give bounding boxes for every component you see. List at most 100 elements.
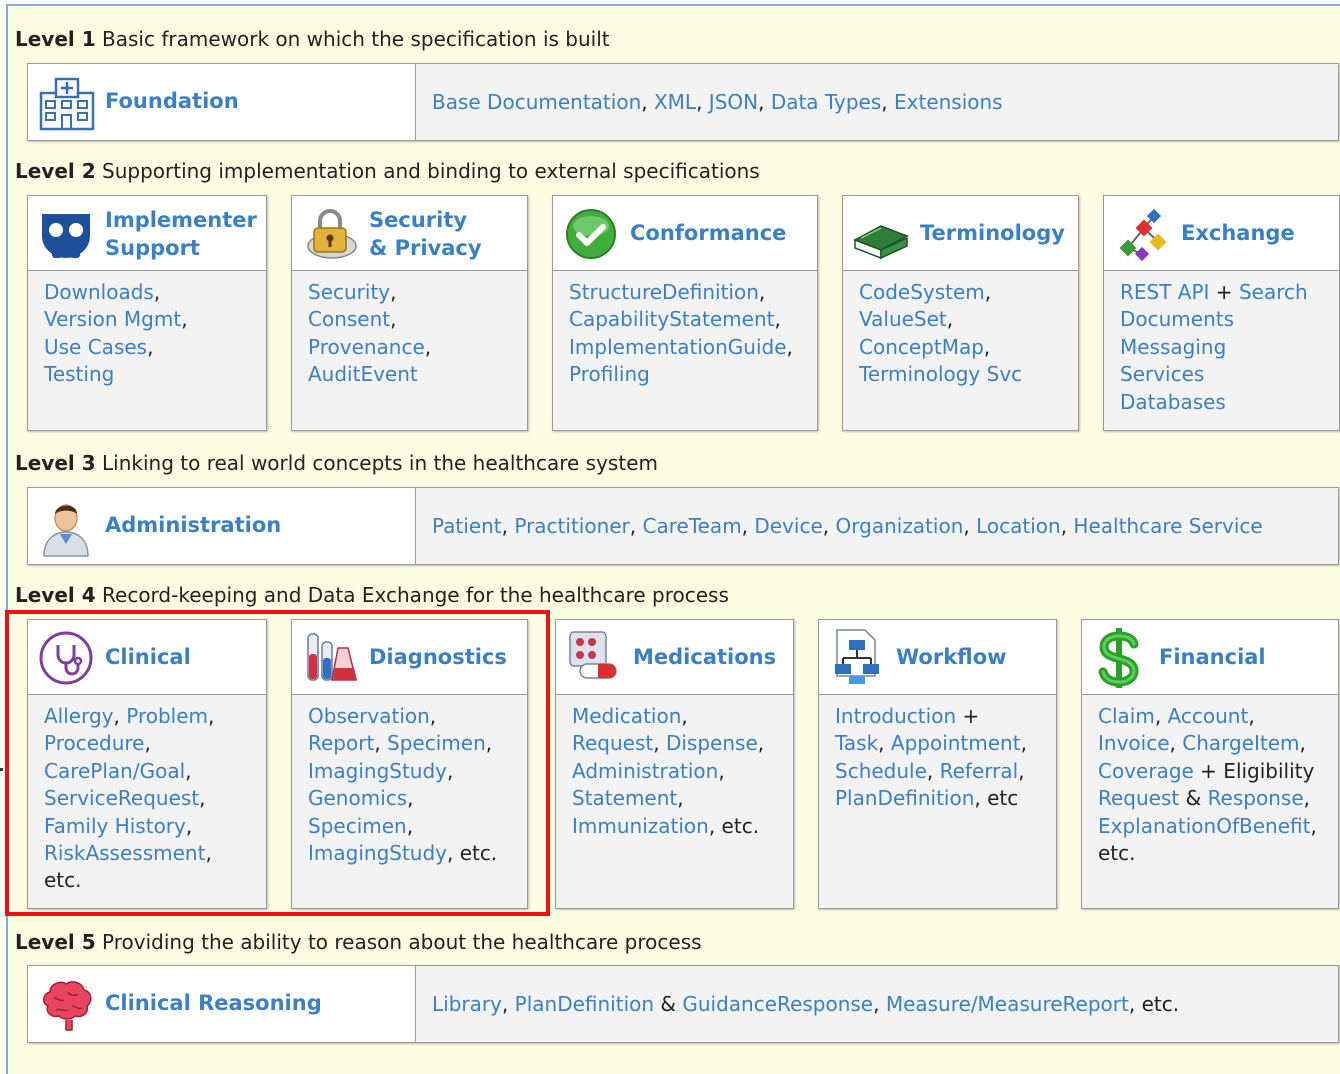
- resource-link[interactable]: Messaging: [1120, 335, 1226, 359]
- link-line: Consent,: [308, 306, 431, 333]
- resource-link[interactable]: Task: [835, 731, 878, 755]
- separator-text: ,: [926, 758, 940, 783]
- resource-link[interactable]: Response: [1208, 786, 1304, 810]
- resource-link[interactable]: XML: [654, 90, 696, 114]
- level-1-heading: Level 1 Basic framework on which the spe…: [15, 27, 610, 51]
- resource-link[interactable]: Request: [572, 731, 653, 755]
- resource-link[interactable]: Referral: [940, 759, 1019, 783]
- medications-module: Medications Medication, Request, Dispense…: [555, 619, 794, 909]
- separator-text: ,: [873, 992, 886, 1016]
- resource-link[interactable]: Search: [1239, 280, 1308, 304]
- resource-link[interactable]: CareTeam: [643, 514, 742, 538]
- medications-links: Medication, Request, Dispense, Administrat…: [572, 703, 764, 840]
- resource-link[interactable]: Terminology Svc: [859, 362, 1022, 386]
- separator-text: ,: [786, 334, 793, 359]
- resource-link[interactable]: Measure/MeasureReport: [886, 992, 1129, 1016]
- resource-link[interactable]: Provenance: [308, 335, 425, 359]
- resource-link[interactable]: Use Cases: [44, 335, 147, 359]
- separator-text: ,: [653, 731, 666, 756]
- resource-link[interactable]: Request: [1098, 786, 1179, 810]
- resource-link[interactable]: Security: [308, 280, 390, 304]
- separator-text: , etc.: [708, 813, 760, 838]
- checkmark-icon: [566, 209, 616, 259]
- resource-link[interactable]: Claim: [1098, 704, 1155, 728]
- resource-link[interactable]: Consent: [308, 307, 390, 331]
- workflow-title[interactable]: Workflow: [896, 643, 1007, 671]
- resource-link[interactable]: Version Mgmt: [44, 307, 181, 331]
- link-line: ValueSet,: [859, 306, 1022, 333]
- resource-link[interactable]: Databases: [1120, 390, 1226, 414]
- resource-link[interactable]: Medication: [572, 704, 681, 728]
- link-line: Databases: [1120, 389, 1308, 416]
- level-4-heading: Level 4 Record-keeping and Data Exchange…: [15, 583, 729, 607]
- resource-link[interactable]: Introduction: [835, 704, 956, 728]
- resource-link[interactable]: ChargeItem: [1182, 731, 1299, 755]
- resource-link[interactable]: CodeSystem: [859, 280, 985, 304]
- administration-module: Administration Patient, Practitioner, Ca…: [27, 487, 1339, 565]
- link-line: Task, Appointment,: [835, 730, 1027, 757]
- resource-link[interactable]: Administration: [572, 759, 718, 783]
- resource-link[interactable]: PlanDefinition: [515, 992, 654, 1016]
- clinical-reasoning-title[interactable]: Clinical Reasoning: [105, 989, 322, 1017]
- administration-title[interactable]: Administration: [105, 511, 281, 539]
- resource-link[interactable]: Downloads: [44, 280, 154, 304]
- resource-link[interactable]: StructureDefinition: [569, 280, 759, 304]
- separator-text: ,: [946, 307, 954, 332]
- resource-link[interactable]: Data Types: [771, 90, 881, 114]
- resource-link[interactable]: Testing: [44, 362, 114, 386]
- highlight-rectangle: [5, 610, 550, 916]
- resource-link[interactable]: ExplanationOfBenefit: [1098, 814, 1310, 838]
- separator-text: ,: [984, 280, 992, 304]
- resource-link[interactable]: REST API: [1120, 280, 1209, 304]
- resource-link[interactable]: Library: [432, 992, 502, 1016]
- resource-link[interactable]: AuditEvent: [308, 362, 418, 386]
- separator-text: ,: [983, 334, 991, 359]
- separator-text: ,: [1310, 813, 1317, 838]
- resource-link[interactable]: ConceptMap: [859, 335, 984, 359]
- resource-link[interactable]: CapabilityStatement: [569, 307, 774, 331]
- conformance-title[interactable]: Conformance: [630, 219, 786, 247]
- resource-link[interactable]: Location: [976, 514, 1061, 538]
- resource-link[interactable]: Statement: [572, 786, 677, 810]
- separator-text: ,: [718, 758, 725, 783]
- link-line: ConceptMap,: [859, 334, 1022, 361]
- implementer-support-title[interactable]: Implementer Support: [105, 206, 257, 262]
- resource-link[interactable]: Immunization: [572, 814, 709, 838]
- resource-link[interactable]: Schedule: [835, 759, 927, 783]
- resource-link[interactable]: Account: [1168, 704, 1249, 728]
- resource-link[interactable]: Dispense: [666, 731, 758, 755]
- financial-module: Financial Claim, Account, Invoice, Charge…: [1081, 619, 1339, 909]
- resource-link[interactable]: Healthcare Service: [1073, 514, 1262, 538]
- resource-link[interactable]: Practitioner: [514, 514, 629, 538]
- resource-link[interactable]: Invoice: [1098, 731, 1170, 755]
- implementer-support-links: Downloads, Version Mgmt, Use Cases, Testing: [44, 279, 188, 389]
- medications-title[interactable]: Medications: [633, 643, 776, 671]
- resource-link[interactable]: Extensions: [894, 90, 1003, 114]
- resource-link[interactable]: Services: [1120, 362, 1204, 386]
- foundation-title[interactable]: Foundation: [105, 87, 239, 115]
- resource-link[interactable]: ImplementationGuide: [569, 335, 787, 359]
- resource-link[interactable]: Documents: [1120, 307, 1234, 331]
- resource-link[interactable]: Organization: [836, 514, 964, 538]
- resource-link[interactable]: Base Documentation: [432, 90, 641, 114]
- resource-link[interactable]: Patient: [432, 514, 502, 538]
- dollar-icon: [1098, 628, 1139, 688]
- resource-link[interactable]: Coverage: [1098, 759, 1194, 783]
- resource-link[interactable]: Device: [754, 514, 822, 538]
- separator-text: ,: [1020, 731, 1027, 756]
- resource-link[interactable]: Appointment: [891, 731, 1021, 755]
- terminology-title[interactable]: Terminology: [920, 219, 1065, 247]
- exchange-title[interactable]: Exchange: [1181, 219, 1295, 247]
- resource-link[interactable]: JSON: [709, 90, 758, 114]
- resource-link[interactable]: Profiling: [569, 362, 650, 386]
- administration-links: Patient, Practitioner, CareTeam, Device,…: [432, 513, 1263, 540]
- exchange-module: Exchange REST API + Search Documents Messa…: [1103, 195, 1340, 431]
- separator-text: ,: [1299, 731, 1306, 756]
- resource-link[interactable]: ValueSet: [859, 307, 947, 331]
- clinical-reasoning-links: Library, PlanDefinition & GuidanceRespon…: [432, 991, 1179, 1018]
- resource-link[interactable]: PlanDefinition: [835, 786, 974, 810]
- resource-link[interactable]: GuidanceResponse: [682, 992, 873, 1016]
- security-privacy-title[interactable]: Security & Privacy: [369, 206, 482, 262]
- financial-title[interactable]: Financial: [1159, 643, 1266, 671]
- separator-text: ,: [881, 90, 894, 114]
